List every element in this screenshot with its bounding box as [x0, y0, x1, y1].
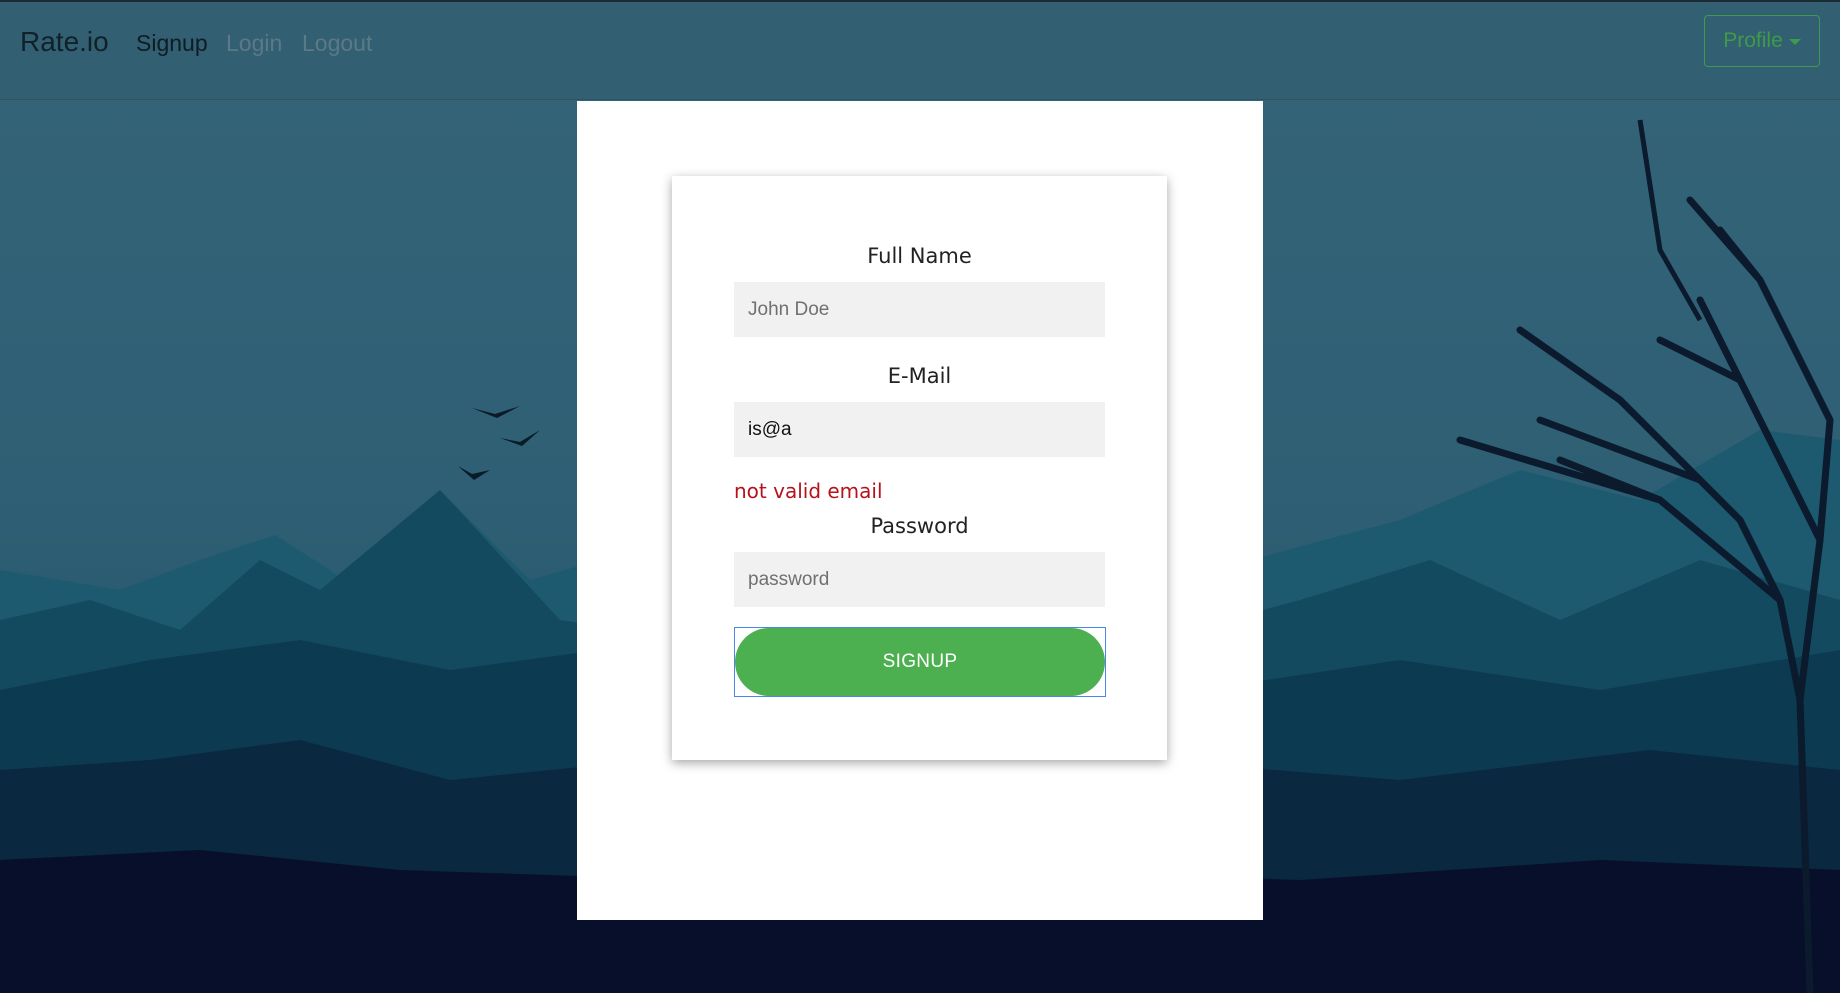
signup-card: Full Name E-Mail not valid email Passwor…	[672, 176, 1167, 760]
password-label: Password	[870, 514, 969, 538]
fullname-input[interactable]	[734, 282, 1105, 337]
profile-dropdown-button[interactable]: Profile	[1704, 15, 1820, 67]
signup-button[interactable]: SIGNUP	[735, 628, 1105, 696]
fullname-label: Full Name	[867, 244, 972, 268]
content-panel: Full Name E-Mail not valid email Passwor…	[577, 101, 1263, 920]
password-input[interactable]	[734, 552, 1105, 607]
profile-label: Profile	[1723, 29, 1783, 52]
nav-link-signup[interactable]: Signup	[136, 30, 208, 57]
nav-link-logout[interactable]: Logout	[302, 30, 372, 57]
brand-logo[interactable]: Rate.io	[20, 26, 109, 58]
caret-down-icon	[1788, 39, 1801, 45]
email-label: E-Mail	[887, 364, 952, 388]
email-error-message: not valid email	[734, 479, 883, 503]
nav-link-login[interactable]: Login	[226, 30, 282, 57]
signup-button-focus-ring: SIGNUP	[734, 627, 1106, 697]
email-input[interactable]	[734, 402, 1105, 457]
navbar: Rate.io Signup Login Logout Profile	[0, 0, 1840, 100]
